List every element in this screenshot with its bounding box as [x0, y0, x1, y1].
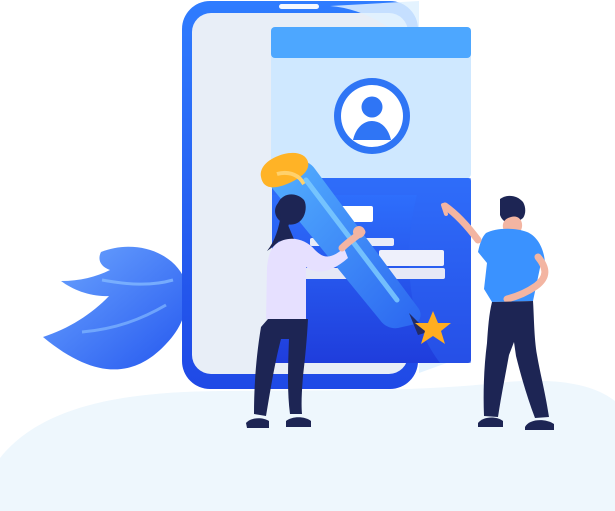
- illustration-svg: [0, 1, 615, 511]
- ground-shadow: [0, 380, 615, 511]
- illustration-scene: [0, 0, 615, 511]
- leaf-icon: [43, 246, 188, 370]
